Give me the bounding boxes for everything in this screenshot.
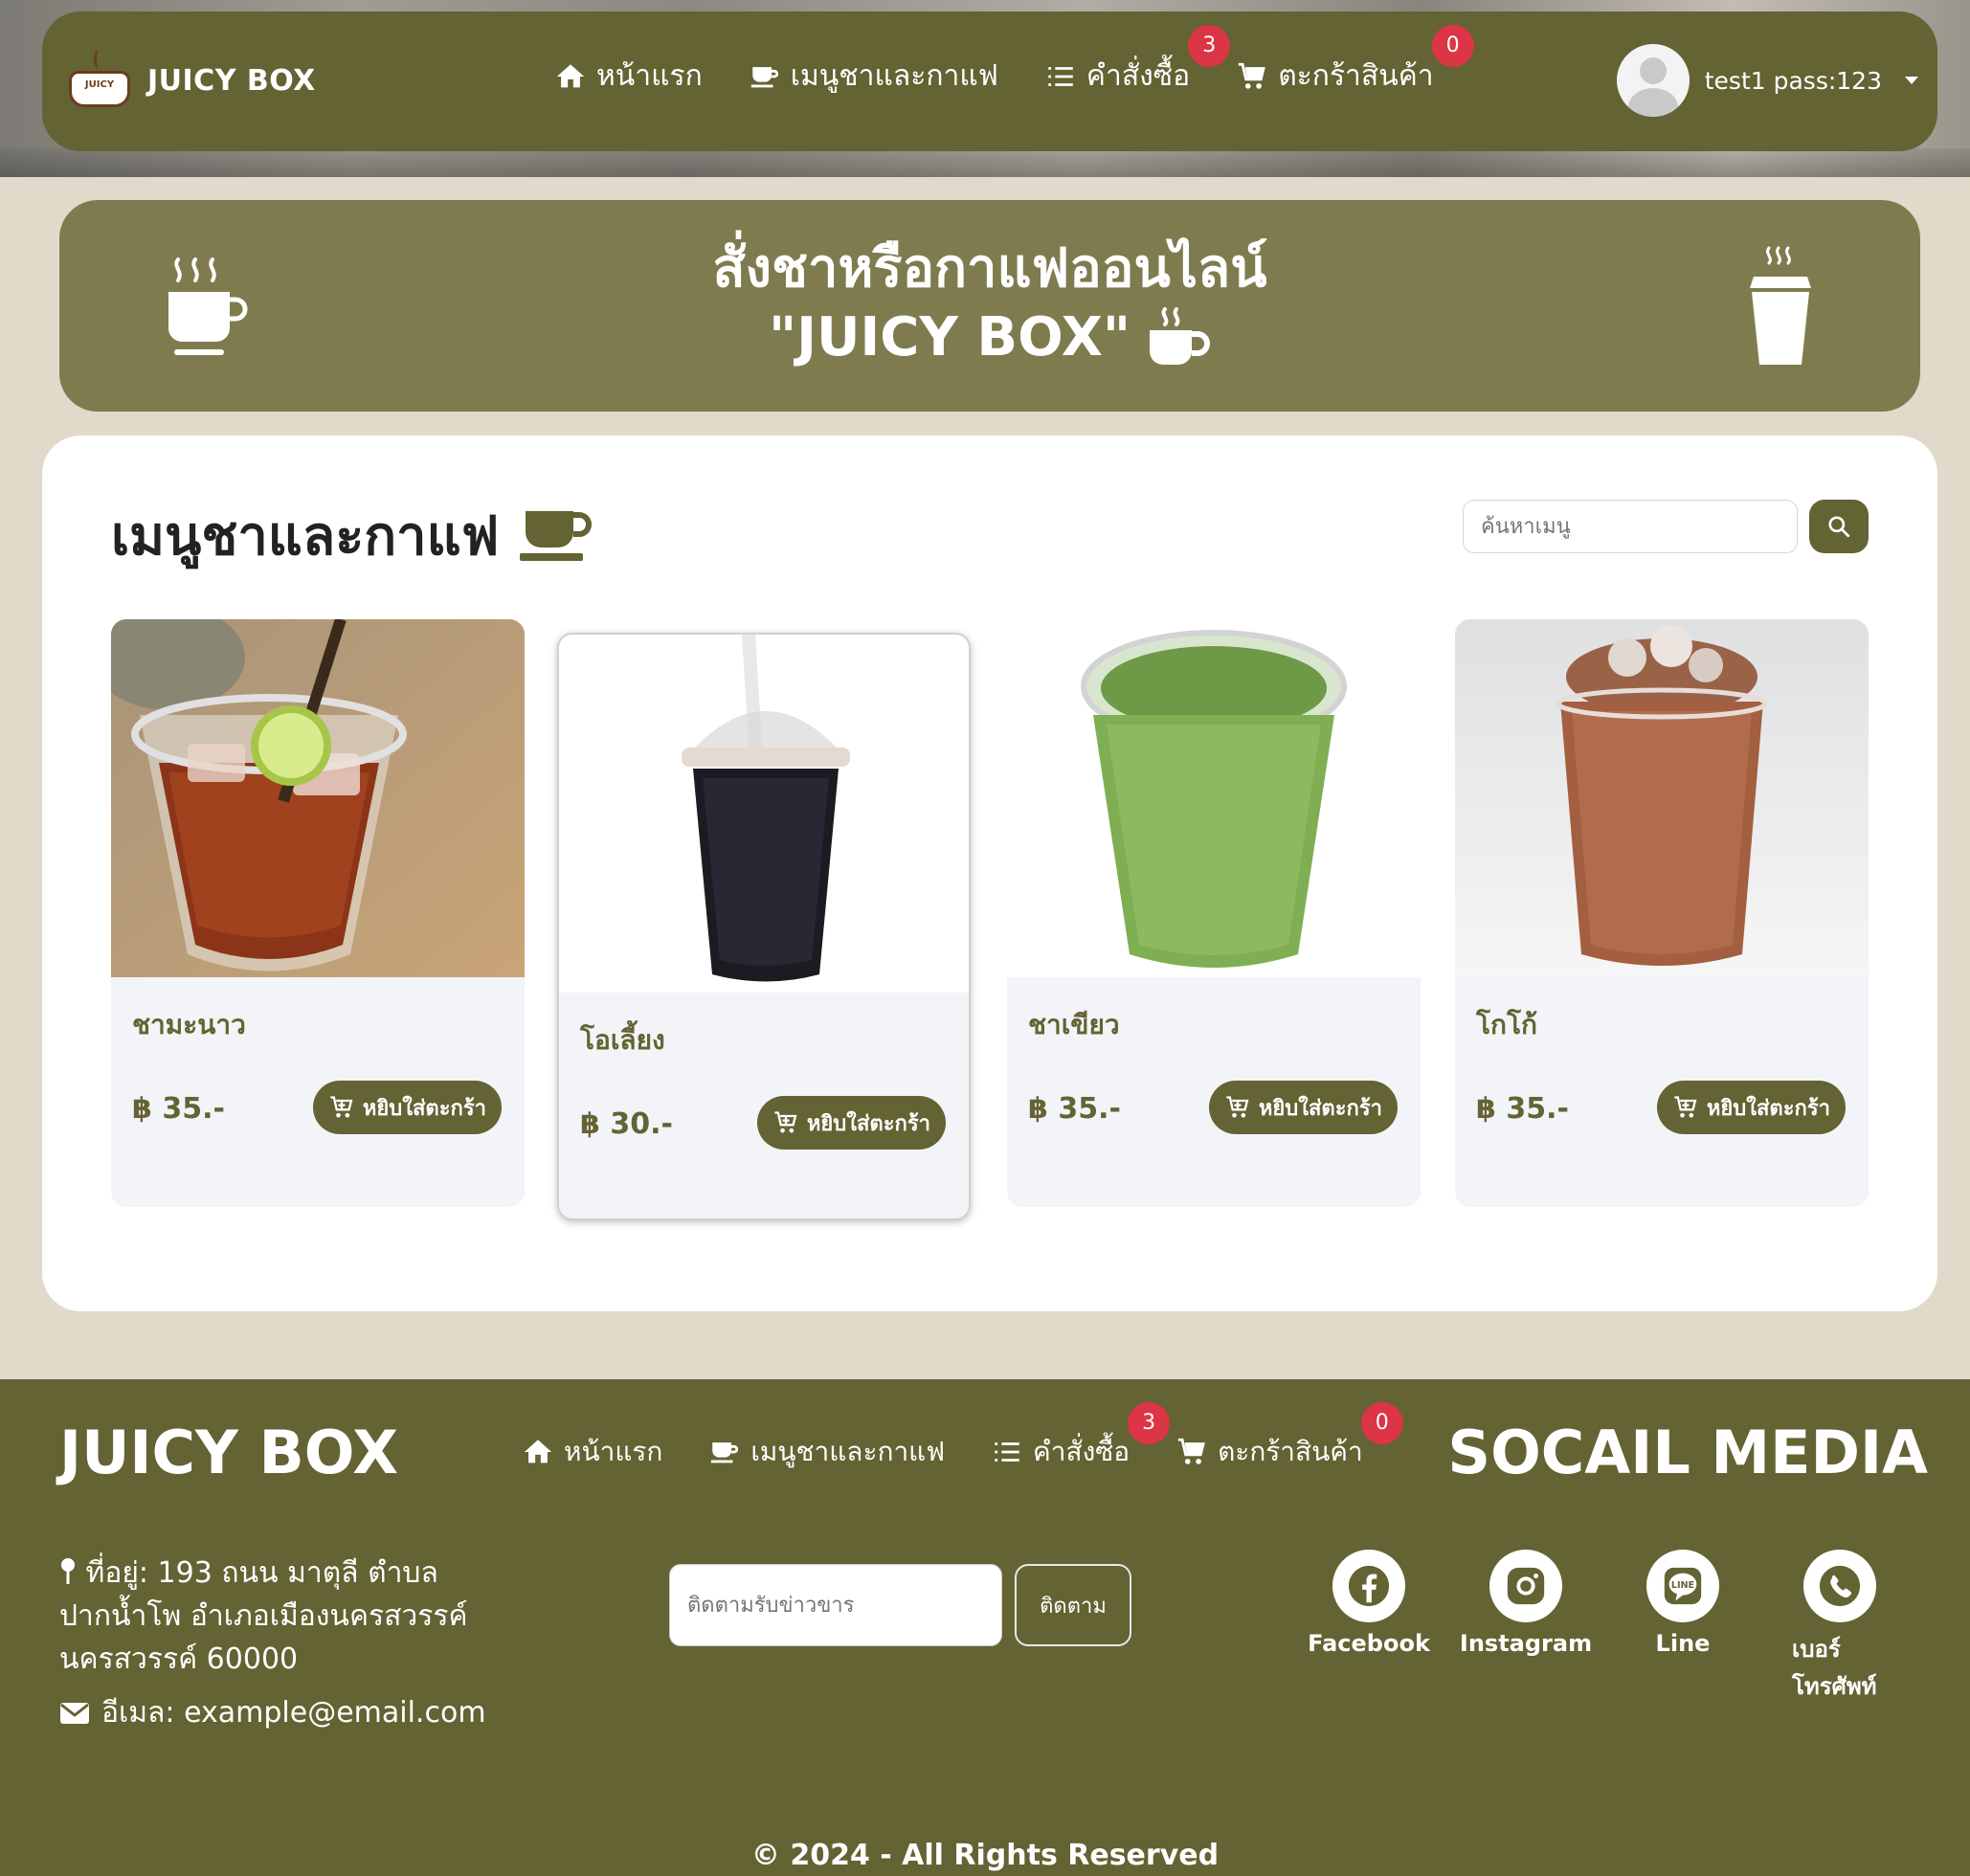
mug-icon <box>711 1442 739 1463</box>
menu-item-price: ฿ 35.- <box>132 1092 225 1126</box>
social-instagram[interactable]: Instagram <box>1460 1550 1592 1705</box>
menu-card: ชามะนาว ฿ 35.- หยิบใส่ตะกร้า <box>111 619 525 1207</box>
cart-icon <box>1239 62 1266 89</box>
nav-item-home[interactable]: หน้าแรก <box>554 54 703 99</box>
map-pin-icon <box>61 1558 75 1584</box>
envelope-icon <box>60 1702 89 1724</box>
search-input[interactable] <box>1463 500 1798 553</box>
juicy-box-logo-icon: JUICY <box>65 46 134 115</box>
social-links: Facebook Instagram LINE Line เบอร์โทรศัพ… <box>1308 1550 1888 1705</box>
menu-card: โอเลี้ยง ฿ 30.- หยิบใส่ตะกร้า <box>557 633 971 1220</box>
footer-nav-orders[interactable]: คำสั่งซื้อ 3 <box>991 1402 1171 1473</box>
user-name: test1 pass:123 <box>1704 66 1882 95</box>
user-menu[interactable]: test1 pass:123 <box>1616 44 1918 117</box>
add-to-cart-button[interactable]: หยิบใส่ตะกร้า <box>1656 1081 1846 1134</box>
top-navbar: JUICY JUICY BOX หน้าแรก เมนูชาและกาแฟ คำ… <box>42 11 1937 151</box>
chevron-down-icon <box>1905 77 1918 84</box>
add-to-cart-button[interactable]: หยิบใส่ตะกร้า <box>312 1081 502 1134</box>
footer-nav-menu[interactable]: เมนูชาและกาแฟ <box>708 1431 945 1473</box>
facebook-icon <box>1348 1565 1390 1607</box>
subscribe-input[interactable] <box>669 1564 1002 1646</box>
menu-item-name: โกโก้ <box>1476 1009 1537 1040</box>
address: ที่อยู่: 193 ถนน มาตุลี ตำบล ปากน้ำโพ อำ… <box>59 1556 468 1676</box>
menu-item-name: ชาเขียว <box>1028 1009 1120 1040</box>
email: อีเมล: example@email.com <box>59 1690 486 1735</box>
footer-nav-cart[interactable]: ตะกร้าสินค้า 0 <box>1175 1402 1403 1473</box>
menu-card: โกโก้ ฿ 35.- หยิบใส่ตะกร้า <box>1455 619 1869 1207</box>
menu-panel: เมนูชาและกาแฟ ค้นหาเมนู ชามะนาว ฿ 35.- ห… <box>42 436 1937 1311</box>
nav-item-cart[interactable]: ตะกร้าสินค้า 0 <box>1236 25 1474 99</box>
cart-plus-icon <box>1226 1096 1249 1118</box>
mug-icon <box>750 66 778 87</box>
menu-item-price: ฿ 30.- <box>580 1107 673 1141</box>
page-title: เมนูชาและกาแฟ <box>111 505 500 568</box>
menu-item-name: โอเลี้ยง <box>580 1024 665 1056</box>
cart-count-badge: 0 <box>1431 25 1474 67</box>
menu-item-price: ฿ 35.- <box>1476 1092 1569 1126</box>
search-button[interactable] <box>1809 500 1869 553</box>
nav-item-menu[interactable]: เมนูชาและกาแฟ <box>749 54 998 99</box>
menu-item-name: ชามะนาว <box>132 1009 246 1040</box>
takeaway-cup-icon <box>1750 246 1811 365</box>
home-icon <box>556 63 585 87</box>
footer-nav: หน้าแรก เมนูชาและกาแฟ คำสั่งซื้อ 3 ตะกร้… <box>522 1402 1403 1473</box>
cart-icon <box>1177 1438 1205 1464</box>
subscribe-button[interactable]: ติดตาม <box>1015 1564 1131 1646</box>
instagram-icon <box>1507 1567 1545 1605</box>
menu-item-price: ฿ 35.- <box>1028 1092 1121 1126</box>
social-facebook[interactable]: Facebook <box>1308 1550 1430 1705</box>
list-icon <box>1048 66 1073 86</box>
avatar <box>1616 44 1690 117</box>
add-to-cart-button[interactable]: หยิบใส่ตะกร้า <box>756 1096 946 1150</box>
social-phone[interactable]: เบอร์โทรศัพท์ <box>1792 1550 1888 1705</box>
nav-links: หน้าแรก เมนูชาและกาแฟ คำสั่งซื้อ 3 ตะกร้… <box>554 25 1474 99</box>
brand[interactable]: JUICY JUICY BOX <box>65 46 316 115</box>
add-to-cart-button[interactable]: หยิบใส่ตะกร้า <box>1208 1081 1398 1134</box>
search-icon <box>1828 516 1850 538</box>
mug-hot-icon <box>1150 307 1211 365</box>
line-icon: LINE <box>1664 1567 1702 1605</box>
iced-black-coffee-image <box>559 635 969 993</box>
cart-count-badge: 0 <box>1360 1402 1403 1444</box>
cocoa-image <box>1455 619 1869 977</box>
menu-heading: เมนูชาและกาแฟ <box>111 493 593 578</box>
nav-item-orders[interactable]: คำสั่งซื้อ 3 <box>1044 25 1231 99</box>
svg-text:LINE: LINE <box>1671 1580 1694 1591</box>
social-title: SOCAIL MEDIA <box>1447 1418 1928 1487</box>
footer: JUICY BOX หน้าแรก เมนูชาและกาแฟ คำสั่งซื… <box>0 1379 1970 1876</box>
brand-name: JUICY BOX <box>147 63 316 98</box>
list-icon <box>995 1442 1019 1462</box>
home-icon <box>524 1440 552 1463</box>
green-tea-image <box>1007 619 1421 977</box>
cart-plus-icon <box>774 1111 797 1133</box>
mug-icon <box>520 510 593 561</box>
footer-nav-home[interactable]: หน้าแรก <box>522 1431 662 1473</box>
social-line[interactable]: LINE Line <box>1635 1550 1731 1705</box>
orders-count-badge: 3 <box>1188 25 1231 67</box>
orders-count-badge: 3 <box>1128 1402 1171 1444</box>
cart-plus-icon <box>330 1096 353 1118</box>
cart-plus-icon <box>1674 1096 1697 1118</box>
lemon-tea-image <box>111 619 525 977</box>
copyright: © 2024 - All Rights Reserved <box>750 1839 1220 1872</box>
hero-banner: สั่งชาหรือกาแฟออนไลน์ "JUICY BOX" <box>59 200 1920 412</box>
phone-icon <box>1819 1565 1861 1607</box>
menu-card: ชาเขียว ฿ 35.- หยิบใส่ตะกร้า <box>1007 619 1421 1207</box>
banner-title: สั่งชาหรือกาแฟออนไลน์ "JUICY BOX" <box>712 237 1267 368</box>
footer-brand: JUICY BOX <box>59 1418 399 1487</box>
